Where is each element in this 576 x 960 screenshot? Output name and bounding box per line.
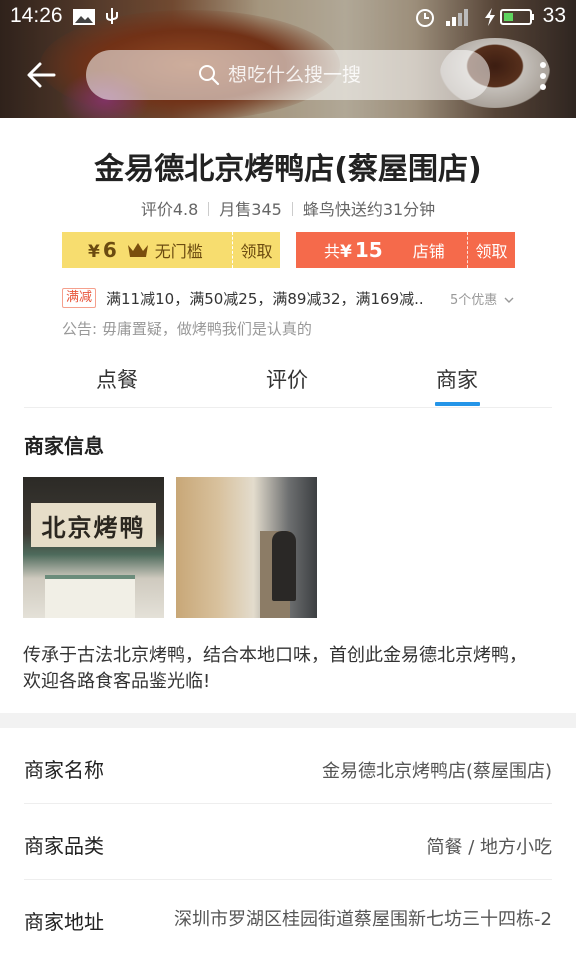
store-notice: 公告: 毋庸置疑，做烤鸭我们是认真的 <box>62 320 312 338</box>
status-bar: 14:26 33 <box>0 0 576 34</box>
image-notification-icon <box>73 9 95 25</box>
merchant-address-row[interactable]: 商家地址 深圳市罗湖区桂园街道蔡屋围新七坊三十四栋-2 <box>24 880 552 960</box>
merchant-category-row: 商家品类 简餐 / 地方小吃 <box>24 804 552 880</box>
crown-icon <box>127 243 148 257</box>
storefront-photo[interactable]: 北京烤鸭 <box>23 477 164 618</box>
promotion-row[interactable]: 满减 满11减10，满50减25，满89减32，满169减.. 5个优惠 <box>62 286 532 310</box>
coupon-value: 15 <box>354 238 383 262</box>
coupon-amount: 共¥ 15 <box>296 238 383 262</box>
row-label: 商家品类 <box>24 834 104 858</box>
claim-coupon-button[interactable]: 领取 <box>467 232 515 268</box>
alarm-icon <box>416 9 434 27</box>
chef-figure <box>272 531 296 601</box>
store-rating: 评价4.8 <box>140 200 199 219</box>
section-divider <box>0 713 576 728</box>
coupon-desc-text: 无门槛 <box>154 242 203 261</box>
tab-merchant[interactable]: 商家 <box>436 364 478 394</box>
coupon-value: 6 <box>102 238 117 262</box>
search-bar[interactable] <box>86 50 490 100</box>
yen-sign: ¥ <box>88 242 100 262</box>
active-tab-indicator <box>435 402 480 406</box>
battery-level: 33 <box>542 4 566 27</box>
meta-divider <box>291 202 293 216</box>
row-value: 深圳市罗湖区桂园街道蔡屋围新七坊三十四栋-2 <box>174 909 552 930</box>
more-options-icon[interactable] <box>536 60 550 92</box>
coupon-store[interactable]: 共¥ 15 店铺 领取 <box>296 232 515 268</box>
coupon-prefix: 共 <box>324 242 341 261</box>
coupon-amount: ¥6 <box>62 238 117 262</box>
coupon-desc: 无门槛 <box>127 238 203 262</box>
store-name: 金易德北京烤鸭店(蔡屋围店) <box>94 152 482 187</box>
coupon-no-threshold[interactable]: ¥6 无门槛 领取 <box>62 232 280 268</box>
claim-coupon-button[interactable]: 领取 <box>232 232 280 268</box>
merchant-name-row: 商家名称 金易德北京烤鸭店(蔡屋围店) <box>24 728 552 804</box>
section-title: 商家信息 <box>24 434 104 458</box>
row-value: 简餐 / 地方小吃 <box>426 837 552 858</box>
yen-sign: ¥ <box>340 242 352 262</box>
promo-more-label: 5个优惠 <box>450 292 498 308</box>
tab-bar: 点餐 评价 商家 <box>24 352 552 408</box>
usb-icon <box>106 8 118 24</box>
merchant-description: 传承于古法北京烤鸭，结合本地口味，首创此金易德北京烤鸭，欢迎各路食客品鉴光临! <box>23 645 527 692</box>
status-time: 14:26 <box>10 4 63 27</box>
meta-divider <box>208 202 210 216</box>
tab-order[interactable]: 点餐 <box>96 364 138 394</box>
store-delivery-time: 蜂鸟快送约31分钟 <box>302 200 436 219</box>
promo-more[interactable]: 5个优惠 <box>450 289 514 308</box>
kitchen-photo[interactable] <box>176 477 317 618</box>
search-icon <box>199 65 220 86</box>
chevron-down-icon <box>504 297 514 303</box>
battery-icon <box>500 9 534 25</box>
promo-tag: 满减 <box>62 288 97 308</box>
promo-text: 满11减10，满50减25，满89减32，满169减.. <box>106 289 424 308</box>
row-label: 商家名称 <box>24 758 104 782</box>
store-monthly-sales: 月售345 <box>219 200 282 219</box>
signal-icon <box>446 9 468 26</box>
store-meta: 评价4.8 月售345 蜂鸟快送约31分钟 <box>0 196 576 220</box>
row-value: 金易德北京烤鸭店(蔡屋围店) <box>321 761 552 782</box>
search-input[interactable] <box>228 64 378 86</box>
back-arrow-icon[interactable] <box>24 58 58 92</box>
shop-door <box>45 575 135 618</box>
shop-sign: 北京烤鸭 <box>31 503 156 547</box>
coupon-desc-text: 店铺 <box>412 242 445 261</box>
row-label: 商家地址 <box>24 910 104 934</box>
tab-reviews[interactable]: 评价 <box>266 364 308 394</box>
charging-icon <box>485 8 495 26</box>
